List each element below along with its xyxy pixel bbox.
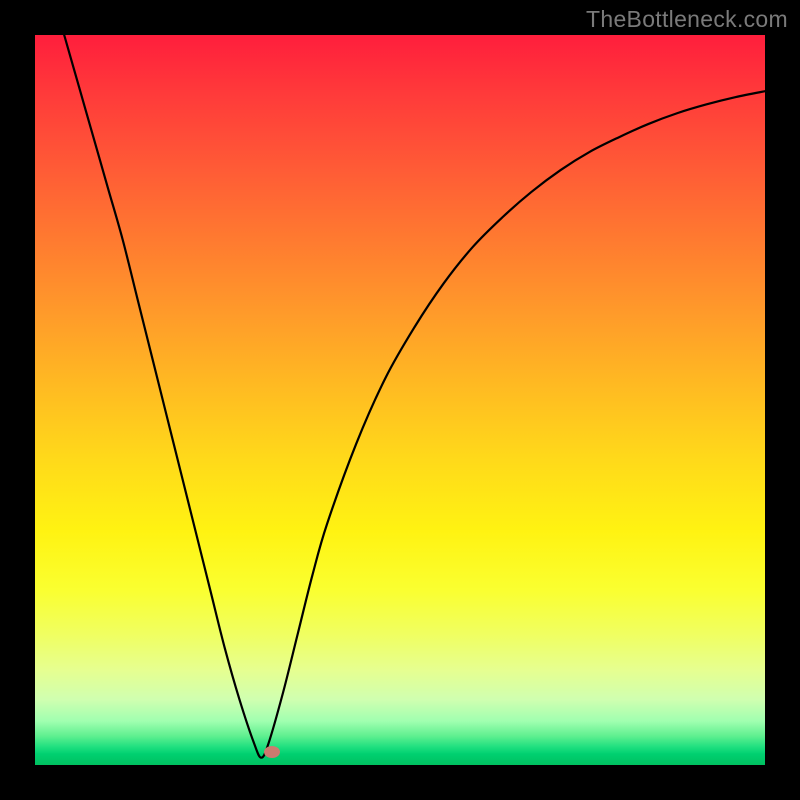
curve-svg xyxy=(35,35,765,765)
notch-marker xyxy=(264,746,280,758)
chart-frame: TheBottleneck.com xyxy=(0,0,800,800)
bottleneck-curve xyxy=(64,35,765,758)
watermark-text: TheBottleneck.com xyxy=(586,6,788,33)
